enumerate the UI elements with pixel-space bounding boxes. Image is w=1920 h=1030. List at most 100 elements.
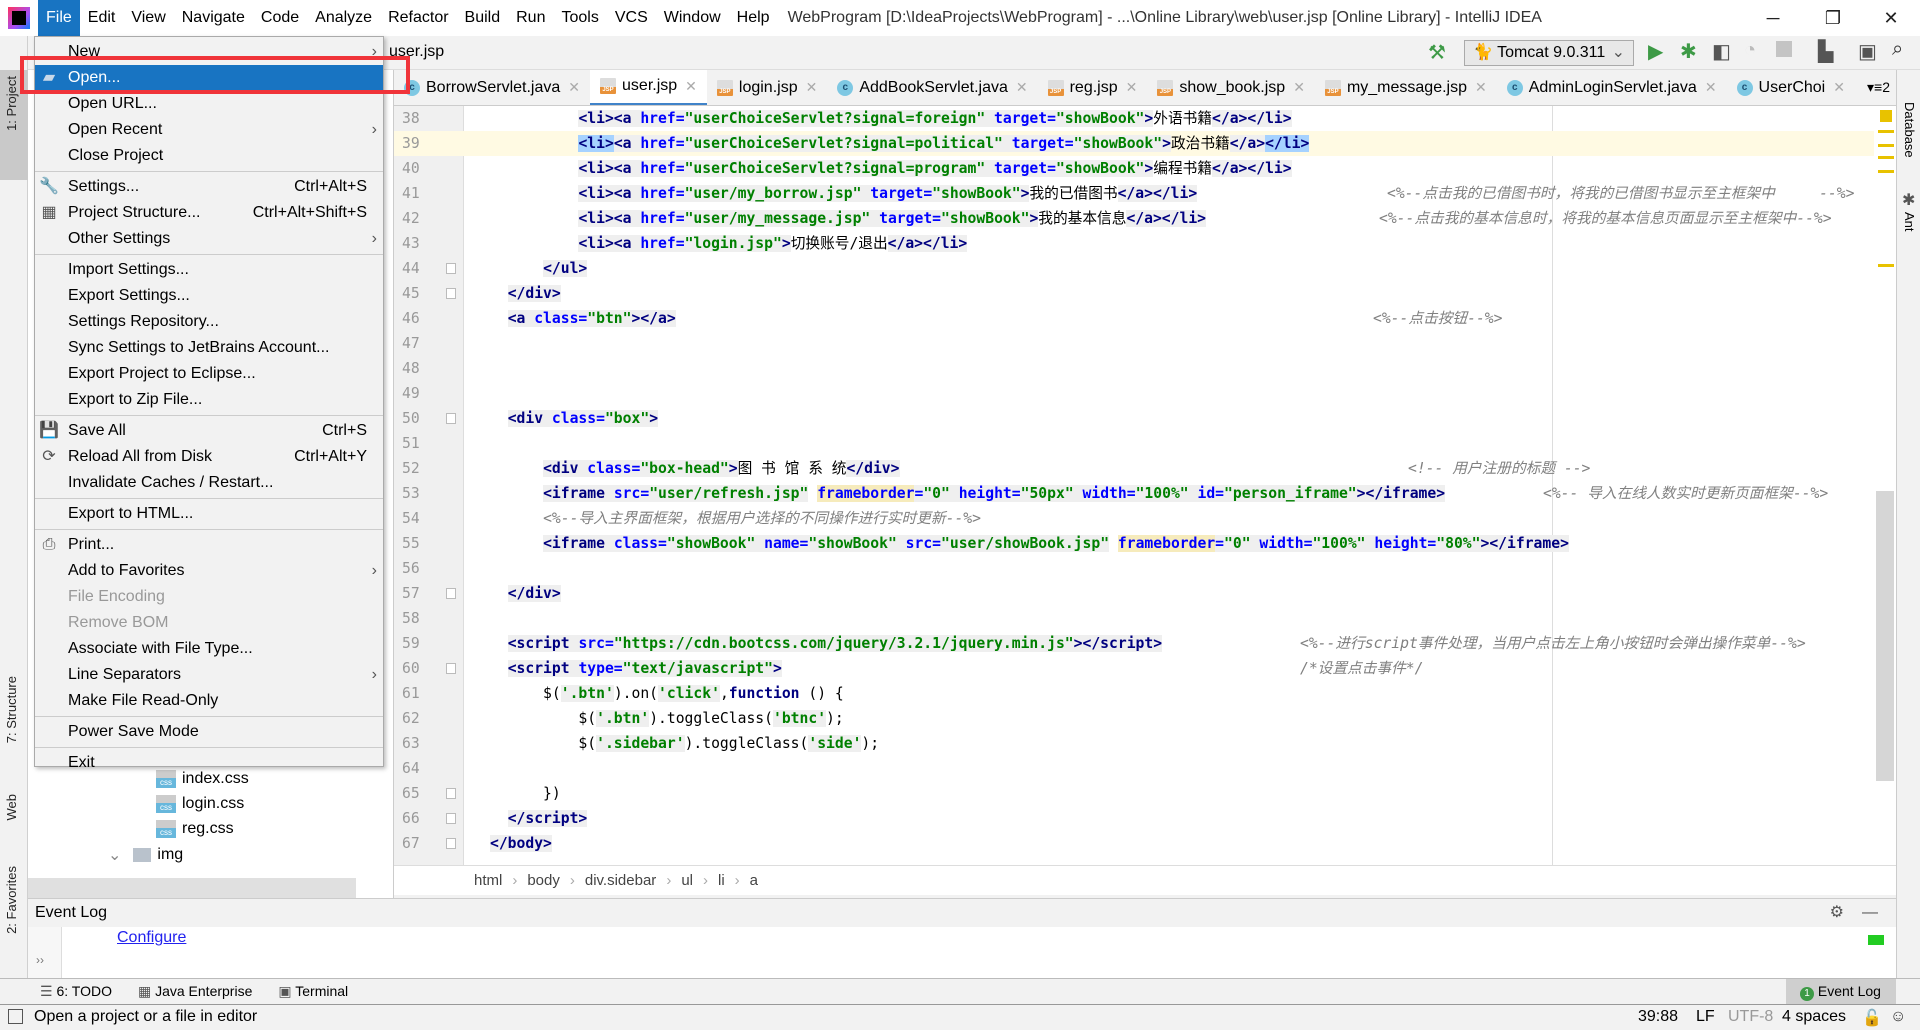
stop-icon[interactable] — [1776, 41, 1792, 57]
file-menu-item-exit[interactable]: Exit — [35, 750, 383, 776]
menu-tools[interactable]: Tools — [553, 0, 606, 36]
tab-show-book-jsp[interactable]: JSP show_book.jsp ✕ — [1147, 70, 1315, 105]
code-line[interactable]: 57 </div> — [394, 581, 1880, 606]
expand-icon[interactable]: ›› — [36, 953, 44, 967]
breadcrumb-li[interactable]: li — [718, 872, 725, 889]
file-menu-item-print[interactable]: ⎙ Print... — [35, 532, 383, 558]
tabs-overflow-button[interactable]: ▾≡2 — [1867, 79, 1896, 96]
line-code[interactable]: $('.btn').toggleClass('btnc'); — [490, 706, 844, 731]
tab-borrowservlet-java[interactable]: c BorrowServlet.java ✕ — [394, 70, 590, 105]
file-menu-item-line-separators[interactable]: Line Separators › — [35, 662, 383, 688]
code-line[interactable]: 67 </body> — [394, 831, 1880, 856]
breadcrumb-ul[interactable]: ul — [681, 872, 693, 889]
close-tab-icon[interactable]: ✕ — [1475, 79, 1487, 96]
tab-adminloginservlet-java[interactable]: c AdminLoginServlet.java ✕ — [1497, 70, 1727, 105]
line-code[interactable]: $('.sidebar').toggleClass('side'); — [490, 731, 879, 756]
project-tool-button[interactable]: 1: Project — [4, 76, 19, 131]
close-tab-icon[interactable]: ✕ — [685, 78, 697, 95]
code-editor[interactable]: 38 <li><a href="userChoiceServlet?signal… — [394, 106, 1880, 865]
menu-navigate[interactable]: Navigate — [174, 0, 253, 36]
indent-setting[interactable]: 4 spaces — [1782, 1008, 1846, 1026]
warning-indicator-icon[interactable] — [1880, 110, 1892, 122]
file-menu-item-project-structure[interactable]: ▦ Project Structure... Ctrl+Alt+Shift+S — [35, 200, 383, 226]
file-menu-item-settings[interactable]: 🔧 Settings... Ctrl+Alt+S — [35, 174, 383, 200]
file-menu-item-open-url[interactable]: Open URL... — [35, 91, 383, 117]
file-menu-item-reload-all-from-disk[interactable]: ⟳ Reload All from Disk Ctrl+Alt+Y — [35, 444, 383, 470]
code-line[interactable]: 63 $('.sidebar').toggleClass('side'); — [394, 731, 1880, 756]
tree-item[interactable]: css login.css — [156, 795, 244, 813]
favorites-tool-button[interactable]: 2: Favorites — [4, 866, 19, 934]
tab-user-jsp[interactable]: JSP user.jsp ✕ — [590, 70, 707, 105]
tab-reg-jsp[interactable]: JSP reg.jsp ✕ — [1038, 70, 1148, 105]
vertical-scrollbar[interactable] — [1876, 491, 1894, 781]
ant-tool-button[interactable]: Ant — [1902, 212, 1917, 232]
breadcrumb-a[interactable]: a — [750, 872, 758, 889]
tree-item[interactable]: css reg.css — [156, 820, 234, 838]
line-code[interactable]: <li><a href="user/my_message.jsp" target… — [490, 206, 1207, 231]
code-line[interactable]: 53 <iframe src="user/refresh.jsp" frameb… — [394, 481, 1880, 506]
minimize-panel-icon[interactable]: — — [1862, 899, 1878, 927]
menu-analyze[interactable]: Analyze — [307, 0, 380, 36]
restore-button[interactable]: ❐ — [1804, 0, 1862, 36]
code-line[interactable]: 48 — [394, 356, 1880, 381]
project-structure-icon[interactable]: ▙ — [1818, 39, 1833, 64]
inspector-icon[interactable]: ☺ — [1890, 1008, 1906, 1026]
line-code[interactable]: <li><a href="userChoiceServlet?signal=pr… — [490, 156, 1292, 181]
file-menu-item-export-project-to-eclipse[interactable]: Export Project to Eclipse... — [35, 361, 383, 387]
tab-userchoi[interactable]: c UserChoi ✕ — [1727, 70, 1855, 105]
web-tool-button[interactable]: Web — [4, 794, 19, 821]
file-menu-item-export-to-zip-file[interactable]: Export to Zip File... — [35, 387, 383, 413]
caret-position[interactable]: 39:88 — [1638, 1008, 1678, 1026]
line-code[interactable]: }) — [490, 781, 561, 806]
line-code[interactable]: <script type="text/javascript"> — [490, 656, 782, 681]
line-code[interactable]: <div class="box"> — [490, 406, 659, 431]
bottom-tool-terminal[interactable]: ▣ Terminal — [278, 983, 348, 1000]
run-config-select[interactable]: 🐈 Tomcat 9.0.311 ⌄ — [1464, 40, 1634, 66]
line-code[interactable]: <script src="https://cdn.bootcss.com/jqu… — [490, 631, 1163, 656]
code-line[interactable]: 42 <li><a href="user/my_message.jsp" tar… — [394, 206, 1880, 231]
breadcrumb-body[interactable]: body — [527, 872, 560, 889]
code-line[interactable]: 49 — [394, 381, 1880, 406]
file-menu-item-make-file-read-only[interactable]: Make File Read-Only — [35, 688, 383, 714]
code-line[interactable]: 59 <script src="https://cdn.bootcss.com/… — [394, 631, 1880, 656]
menu-view[interactable]: View — [123, 0, 173, 36]
event-log-button[interactable]: 1 Event Log — [1786, 979, 1896, 1004]
profile-icon[interactable]: ◔ — [1744, 39, 1756, 62]
menu-code[interactable]: Code — [253, 0, 307, 36]
file-menu-item-open-recent[interactable]: Open Recent › — [35, 117, 383, 143]
close-tab-icon[interactable]: ✕ — [568, 79, 580, 96]
code-line[interactable]: 55 <iframe class="showBook" name="showBo… — [394, 531, 1880, 556]
code-line[interactable]: 46 <a class="btn"></a> <%--点击按钮--%> — [394, 306, 1880, 331]
code-line[interactable]: 39 <li><a href="userChoiceServlet?signal… — [394, 131, 1880, 156]
warning-mark[interactable] — [1878, 144, 1894, 147]
line-code[interactable]: $('.btn').on('click',function () { — [490, 681, 844, 706]
tree-item-selected[interactable] — [28, 878, 356, 898]
code-line[interactable]: 54 <%--导入主界面框架，根据用户选择的不同操作进行实时更新--%> — [394, 506, 1880, 531]
code-line[interactable]: 61 $('.btn').on('click',function () { — [394, 681, 1880, 706]
file-menu-item-power-save-mode[interactable]: Power Save Mode — [35, 719, 383, 745]
menu-vcs[interactable]: VCS — [607, 0, 656, 36]
code-line[interactable]: 62 $('.btn').toggleClass('btnc'); — [394, 706, 1880, 731]
close-tab-icon[interactable]: ✕ — [1016, 79, 1028, 96]
line-code[interactable]: <li><a href="login.jsp">切换账号/退出</a></li> — [490, 231, 968, 256]
close-tab-icon[interactable]: ✕ — [1705, 79, 1717, 96]
gear-icon[interactable]: ⚙ — [1830, 899, 1844, 927]
code-line[interactable]: 38 <li><a href="userChoiceServlet?signal… — [394, 106, 1880, 131]
warning-mark[interactable] — [1878, 156, 1894, 159]
warning-mark[interactable] — [1878, 130, 1894, 133]
hammer-icon[interactable]: ⚒ — [1428, 40, 1446, 65]
menu-build[interactable]: Build — [457, 0, 509, 36]
menu-file[interactable]: File — [38, 0, 80, 36]
code-line[interactable]: 58 — [394, 606, 1880, 631]
chevron-down-icon[interactable]: ⌄ — [108, 845, 121, 865]
line-code[interactable]: <li><a href="userChoiceServlet?signal=fo… — [490, 106, 1292, 131]
warning-mark[interactable] — [1878, 170, 1894, 173]
bottom-tool-6-todo[interactable]: ☰ 6: TODO — [40, 983, 112, 1000]
line-code[interactable]: <div class="box-head">图 书 馆 系 统</div> — [490, 456, 900, 481]
warning-mark[interactable] — [1878, 264, 1894, 267]
code-line[interactable]: 52 <div class="box-head">图 书 馆 系 统</div>… — [394, 456, 1880, 481]
minimize-button[interactable]: ─ — [1744, 0, 1802, 36]
tab-login-jsp[interactable]: JSP login.jsp ✕ — [707, 70, 827, 105]
menu-help[interactable]: Help — [729, 0, 778, 36]
code-line[interactable]: 66 </script> — [394, 806, 1880, 831]
